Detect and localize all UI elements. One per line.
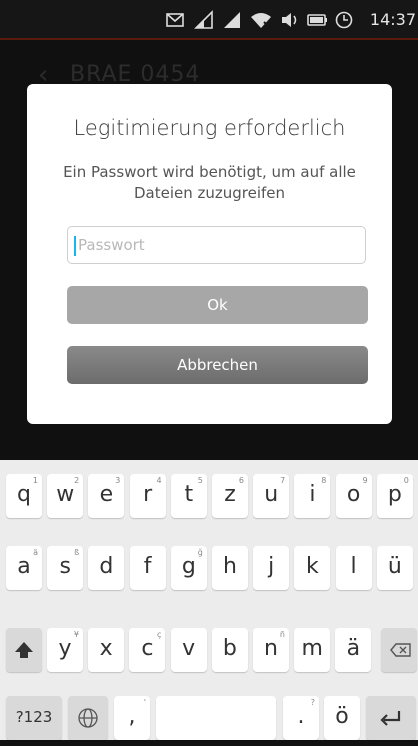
key-label: t <box>184 482 194 507</box>
enter-icon <box>380 711 401 726</box>
key-b[interactable]: b <box>211 628 248 672</box>
key-label: w <box>56 482 75 507</box>
key-label: l <box>350 554 357 579</box>
key-w[interactable]: 2w <box>47 474 84 518</box>
password-placeholder: Passwort <box>78 236 145 254</box>
key-n[interactable]: ñn <box>253 628 289 672</box>
key-label: b <box>222 636 237 661</box>
key-label: o <box>346 482 361 507</box>
key-label: f <box>143 554 152 579</box>
key-label: ö <box>335 704 349 729</box>
language-key[interactable] <box>68 696 108 740</box>
key-label: y <box>58 636 72 661</box>
key-v[interactable]: v <box>170 628 207 672</box>
key-label: j <box>268 554 275 579</box>
key-ü[interactable]: ü <box>376 546 413 590</box>
key-label: ü <box>387 554 402 579</box>
signal-icon <box>224 12 240 28</box>
key-g[interactable]: ğg <box>170 546 207 590</box>
enter-key[interactable] <box>366 696 416 740</box>
shift-key[interactable] <box>6 628 42 672</box>
key-ö[interactable]: ö <box>324 696 360 740</box>
password-field[interactable]: Passwort <box>67 226 366 264</box>
key-t[interactable]: 5t <box>170 474 207 518</box>
signal-icon <box>194 10 213 29</box>
message-icon <box>166 13 184 27</box>
key-r[interactable]: 4r <box>129 474 166 518</box>
key-z[interactable]: 6z <box>212 474 248 518</box>
key-m[interactable]: m <box>294 628 331 672</box>
key-label: n <box>264 636 278 661</box>
backspace-key[interactable] <box>381 628 417 672</box>
key-i[interactable]: 8i <box>294 474 331 518</box>
key-d[interactable]: d <box>88 546 125 590</box>
key-h[interactable]: h <box>212 546 248 590</box>
key-j[interactable]: j <box>253 546 290 590</box>
auth-dialog: Legitimierung erforderlich Ein Passwort … <box>27 84 392 424</box>
key-q[interactable]: 1q <box>6 474 42 518</box>
key-y[interactable]: ¥ y <box>47 628 83 672</box>
key-label: h <box>223 554 237 579</box>
symbols-key[interactable]: ?123 <box>6 696 62 740</box>
key-label: k <box>306 554 319 579</box>
alarm-icon <box>335 11 353 29</box>
key-label: d <box>99 554 114 579</box>
ok-button[interactable]: Ok <box>67 286 368 324</box>
onscreen-keyboard: ?123 1 q 2 w 3 e 4 r 5 t 6 z 7 u 8 i 9 o 0 p ä a ß s d f ğ g h j k l ü ¥ y… <box>0 460 418 740</box>
key-label: , <box>128 704 136 729</box>
key-f[interactable]: f <box>129 546 166 590</box>
key-x[interactable]: x <box>88 628 125 672</box>
dialog-message: Ein Passwort wird benötigt, um auf alle … <box>63 163 356 202</box>
dialog-title: Legitimierung erforderlich <box>73 116 346 140</box>
key-label: c <box>141 636 154 661</box>
key-label: v <box>182 636 196 661</box>
battery-icon <box>307 14 327 26</box>
globe-icon <box>78 708 98 728</box>
cancel-button[interactable]: Abbrechen <box>67 346 368 384</box>
key-label: p <box>387 482 402 507</box>
text-cursor <box>74 236 76 256</box>
key-l[interactable]: l <box>335 546 372 590</box>
key-label: . <box>297 704 305 729</box>
key-label: u <box>264 482 279 507</box>
key-label: ä <box>346 636 361 661</box>
key-label: i <box>309 482 316 507</box>
comma-key[interactable]: ', <box>114 696 150 740</box>
key-label: e <box>99 482 114 507</box>
key-a[interactable]: äa <box>6 546 42 590</box>
period-key[interactable]: ?. <box>283 696 319 740</box>
key-label: g <box>181 554 196 579</box>
key-label: a <box>17 554 31 579</box>
wifi-icon <box>251 13 271 29</box>
key-u[interactable]: 7u <box>253 474 290 518</box>
volume-icon <box>282 13 297 27</box>
key-label: x <box>99 636 113 661</box>
key-s[interactable]: ßs <box>47 546 84 590</box>
key-e[interactable]: 3e <box>88 474 125 518</box>
shift-icon <box>15 642 33 658</box>
key-o[interactable]: 9o <box>335 474 372 518</box>
status-time: 14:37 <box>369 10 416 29</box>
key-k[interactable]: k <box>294 546 331 590</box>
key-label: s <box>59 554 71 579</box>
status-bar: 14:37 <box>0 0 418 40</box>
backspace-icon <box>390 643 411 657</box>
key-p[interactable]: 0p <box>376 474 413 518</box>
key-ä[interactable]: ä <box>335 628 372 672</box>
key-label: r <box>143 482 153 507</box>
key-label: z <box>224 482 236 507</box>
space-key[interactable] <box>156 696 276 740</box>
key-label: m <box>301 636 323 661</box>
key-c[interactable]: çc <box>129 628 166 672</box>
key-label: q <box>17 482 31 507</box>
